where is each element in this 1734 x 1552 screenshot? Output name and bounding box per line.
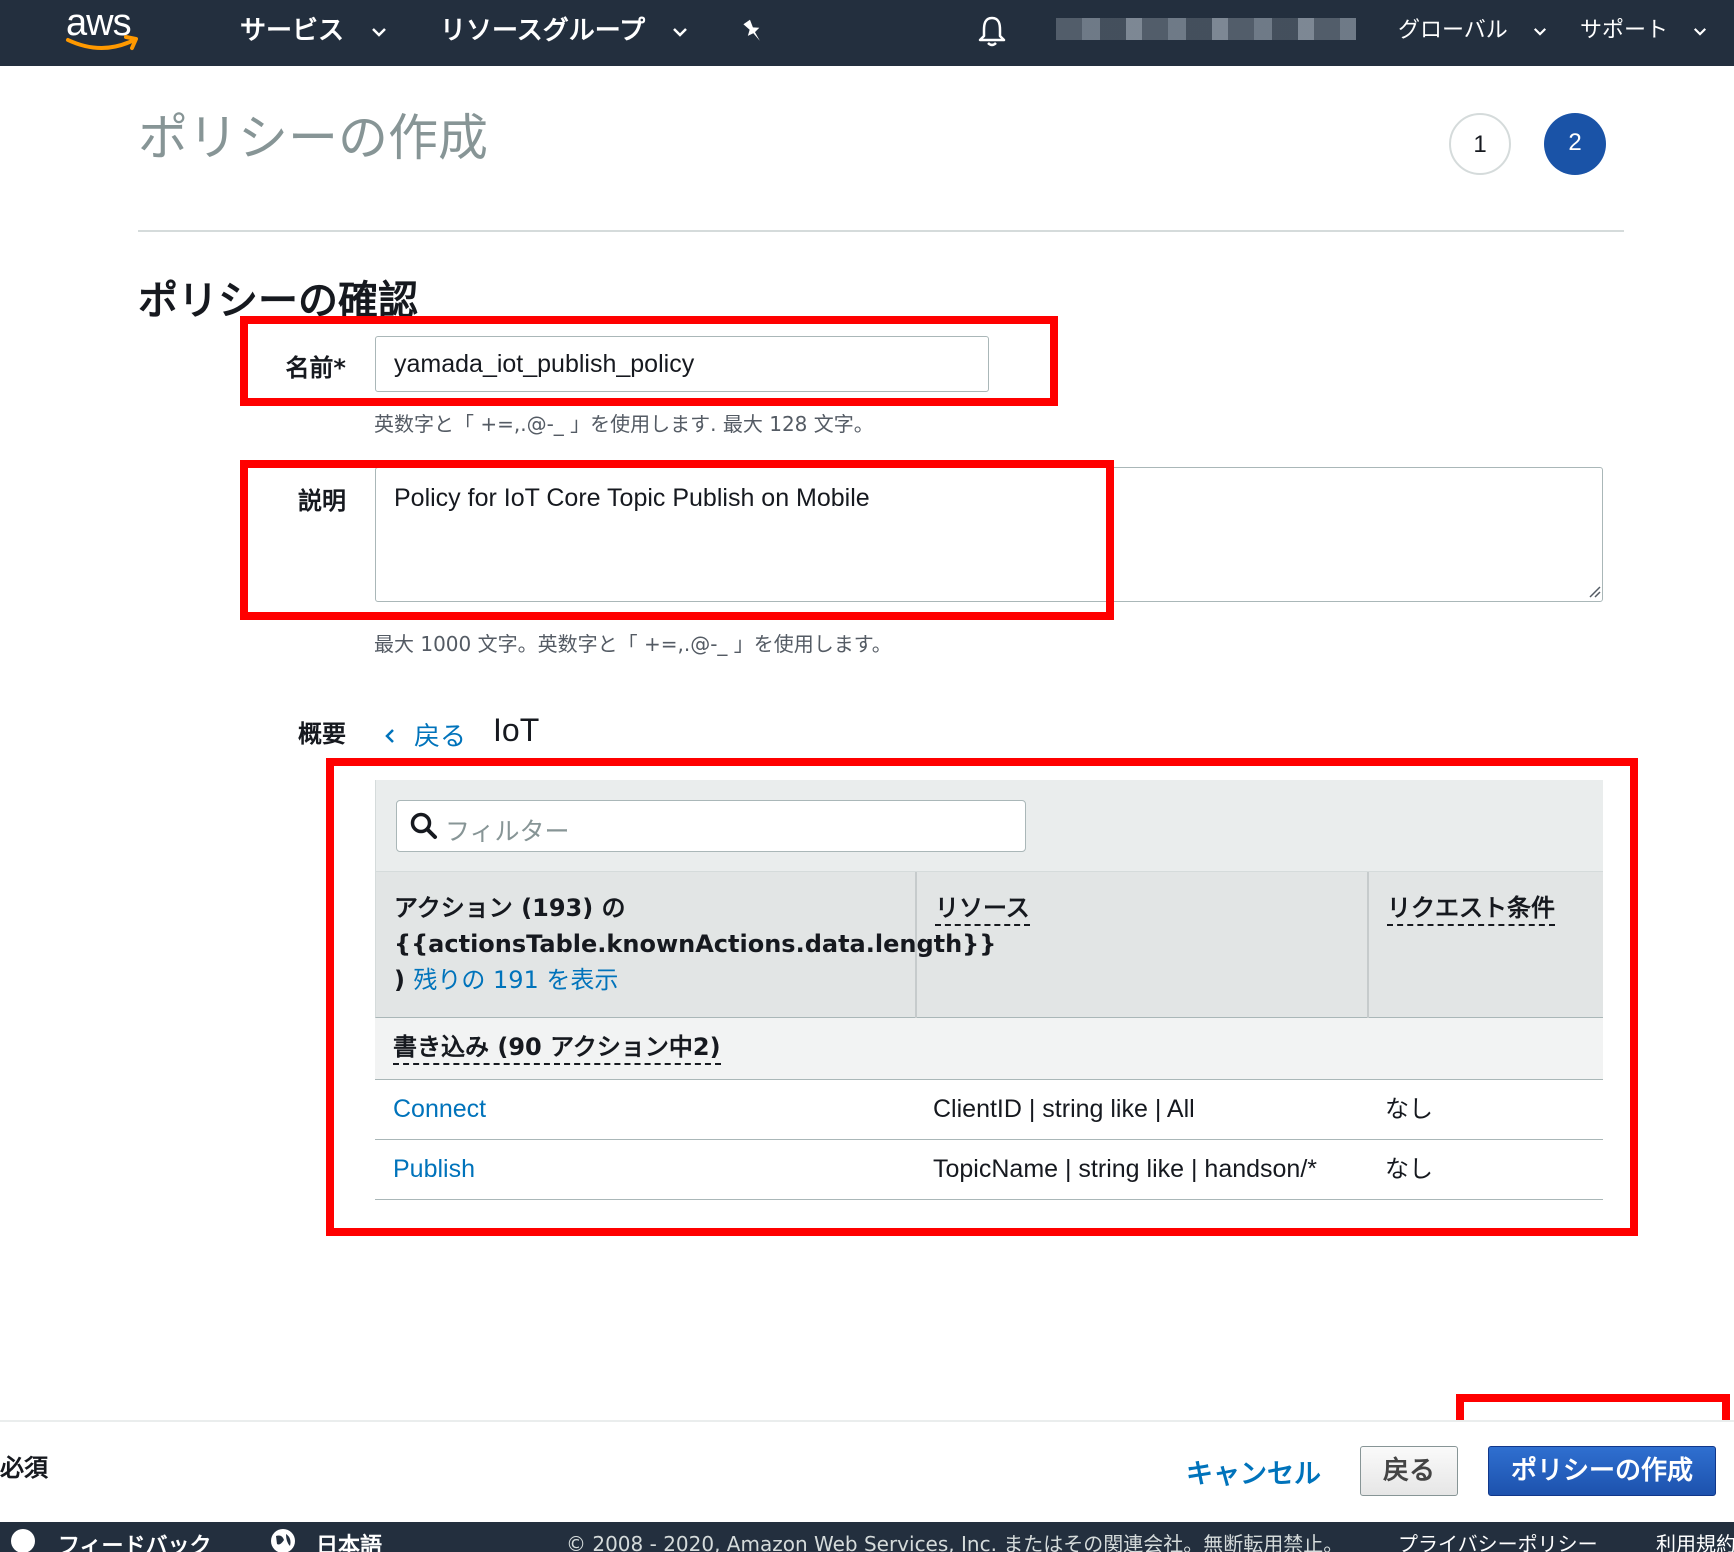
column-header-resource: リソース <box>917 872 1369 1018</box>
chevron-left-icon <box>385 729 394 743</box>
action-link[interactable]: Publish <box>393 1140 475 1198</box>
action-bar <box>0 1420 1734 1522</box>
wizard-step-2: 2 <box>1544 113 1606 175</box>
condition-header-label[interactable]: リクエスト条件 <box>1387 894 1555 926</box>
condition-cell: なし <box>1385 1095 1433 1123</box>
filter-placeholder: フィルター <box>445 817 570 846</box>
resize-handle-icon[interactable] <box>1586 583 1602 599</box>
section-title: ポリシーの確認 <box>138 278 418 324</box>
chevron-down-icon <box>673 27 688 37</box>
resource-cell: TopicName | string like | handson/* <box>933 1155 1318 1183</box>
wizard-step-1[interactable]: 1 <box>1449 113 1511 175</box>
bell-icon[interactable] <box>976 14 1008 48</box>
action-header-line3: ) 残りの 191 を表示 <box>394 962 897 998</box>
back-button[interactable]: 戻る <box>1360 1446 1458 1496</box>
globe-icon <box>271 1529 295 1552</box>
resource-groups-menu[interactable]: リソースグループ <box>440 0 688 62</box>
region-menu[interactable]: グローバル <box>1398 0 1547 62</box>
back-link-label: 戻る <box>414 722 467 752</box>
table-row: Connect ClientID | string like | All なし <box>375 1080 1603 1140</box>
top-navigation: aws サービス リソースグループ グローバル サポート <box>0 0 1734 66</box>
page-footer: フィードバック 日本語 © 2008 - 2020, Amazon Web Se… <box>0 1522 1734 1552</box>
action-header-line2: {{actionsTable.knownActions.data.length}… <box>394 930 997 958</box>
column-header-action: アクション (193) の {{actionsTable.knownAction… <box>376 872 997 1018</box>
required-note: 必須 <box>0 1454 48 1482</box>
chevron-down-icon <box>1533 27 1546 36</box>
pin-icon[interactable] <box>738 16 768 46</box>
search-icon <box>410 812 437 839</box>
action-header-paren: ) <box>394 966 405 994</box>
condition-cell: なし <box>1385 1155 1433 1183</box>
show-remaining-actions-link[interactable]: 残りの 191 を表示 <box>413 966 618 994</box>
chevron-down-icon <box>372 27 386 37</box>
table-header: アクション (193) の {{actionsTable.knownAction… <box>375 872 1603 1018</box>
support-menu[interactable]: サポート <box>1580 0 1707 62</box>
access-level-group-label[interactable]: 書き込み (90 アクション中2) <box>393 1033 721 1065</box>
name-hint: 英数字と「 +=,.@-_ 」を使用します. 最大 128 文字。 <box>374 412 874 436</box>
page-title: ポリシーの作成 <box>138 109 488 167</box>
description-label: 説明 <box>298 487 346 515</box>
support-label: サポート <box>1580 18 1669 43</box>
filter-bar: フィルター <box>375 780 1603 872</box>
account-menu[interactable] <box>1056 18 1356 40</box>
aws-logo[interactable]: aws <box>64 2 144 56</box>
description-hint: 最大 1000 文字。英数字と「 +=,.@-_ 」を使用します。 <box>374 632 892 656</box>
logo-smile-icon <box>66 35 138 50</box>
resource-header-label[interactable]: リソース <box>935 894 1030 926</box>
summary-back-link[interactable]: 戻る <box>384 716 466 753</box>
resource-groups-label: リソースグループ <box>440 16 646 46</box>
action-link[interactable]: Connect <box>393 1080 486 1138</box>
column-header-condition: リクエスト条件 <box>1369 872 1604 1018</box>
terms-link[interactable]: 利用規約 <box>1656 1528 1734 1552</box>
table-row: Publish TopicName | string like | handso… <box>375 1140 1603 1200</box>
policy-description-textarea[interactable]: Policy for IoT Core Topic Publish on Mob… <box>375 467 1603 602</box>
policy-summary-table: フィルター アクション (193) の {{actionsTable.known… <box>375 780 1603 1200</box>
create-policy-button[interactable]: ポリシーの作成 <box>1488 1446 1716 1496</box>
copyright-text: © 2008 - 2020, Amazon Web Services, Inc.… <box>566 1532 1344 1552</box>
service-name: IoT <box>493 712 540 748</box>
policy-name-input[interactable]: yamada_iot_publish_policy <box>375 336 989 392</box>
language-selector[interactable]: 日本語 <box>316 1528 382 1552</box>
resource-cell: ClientID | string like | All <box>933 1095 1195 1123</box>
action-header-line1: アクション (193) の <box>394 894 626 922</box>
header-divider <box>138 230 1624 232</box>
name-label: 名前* <box>285 354 346 382</box>
chevron-down-icon <box>1693 27 1707 36</box>
access-level-group-row: 書き込み (90 アクション中2) <box>375 1018 1603 1080</box>
cancel-button[interactable]: キャンセル <box>1186 1452 1321 1491</box>
filter-input[interactable]: フィルター <box>396 800 1026 852</box>
summary-label: 概要 <box>298 720 346 748</box>
services-menu[interactable]: サービス <box>240 0 387 62</box>
feedback-link[interactable]: フィードバック <box>58 1528 212 1552</box>
privacy-link[interactable]: プライバシーポリシー <box>1398 1528 1598 1552</box>
region-label: グローバル <box>1398 18 1508 43</box>
services-label: サービス <box>240 16 345 46</box>
feedback-icon <box>11 1529 35 1552</box>
